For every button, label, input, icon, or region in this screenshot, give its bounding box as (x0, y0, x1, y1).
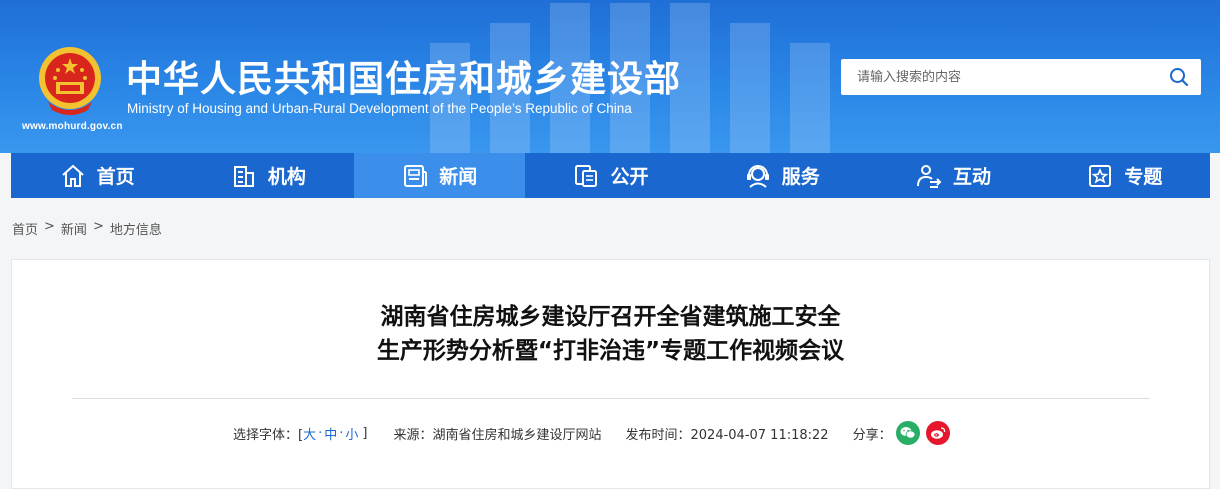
nav-item-label: 服务 (781, 166, 820, 188)
search-icon (1170, 68, 1189, 87)
weibo-icon (930, 427, 945, 439)
nav-item-label: 首页 (96, 166, 135, 188)
breadcrumb: 首页 > 新闻 > 地方信息 (12, 219, 162, 238)
article-source: 来源：湖南省住房和城乡建设厅网站 (393, 427, 602, 443)
wechat-share-button[interactable] (895, 421, 920, 445)
font-size-small-link[interactable]: 小 (345, 424, 358, 443)
font-size-separator: · (318, 425, 323, 441)
nav-item-organization[interactable]: 机构 (182, 153, 353, 198)
nav-item-interaction[interactable]: 互动 (867, 153, 1038, 198)
site-url: www.mohurd.gov.cn (22, 121, 123, 132)
main-nav: 首页 机构 新闻 公开 服务 互动 专题 (11, 153, 1210, 198)
search-input[interactable] (841, 59, 1157, 95)
nav-item-label: 公开 (610, 166, 649, 188)
search-box (841, 59, 1201, 95)
font-size-large-link[interactable]: 大 (303, 424, 316, 443)
share-label: 分享： (852, 427, 892, 443)
nav-item-home[interactable]: 首页 (11, 153, 182, 198)
article-title-line2: 生产形势分析暨“打非治违”专题工作视频会议 (376, 338, 845, 364)
document-icon (575, 164, 598, 187)
article-title: 湖南省住房城乡建设厅召开全省建筑施工安全 生产形势分析暨“打非治违”专题工作视频… (12, 300, 1209, 368)
font-size-label: 选择字体：[ (233, 427, 304, 443)
font-size-separator: · (339, 425, 344, 441)
nav-item-service[interactable]: 服务 (696, 153, 867, 198)
national-emblem-icon (39, 47, 101, 115)
breadcrumb-news[interactable]: 新闻 (61, 219, 87, 238)
nav-item-label: 机构 (267, 166, 306, 188)
nav-item-disclosure[interactable]: 公开 (525, 153, 696, 198)
service-icon (746, 164, 769, 188)
nav-item-label: 互动 (953, 166, 992, 188)
weibo-share-button[interactable] (925, 421, 950, 445)
site-title-cn: 中华人民共和国住房和城乡建设部 (126, 59, 682, 100)
nav-item-label: 专题 (1124, 166, 1163, 188)
nav-item-news[interactable]: 新闻 (353, 153, 525, 198)
site-title-en: Ministry of Housing and Urban-Rural Deve… (127, 101, 632, 116)
article-meta: 选择字体：[ 大 · 中 · 小 ] 来源：湖南省住房和城乡建设厅网站 发布时间… (233, 421, 950, 445)
article-title-line1: 湖南省住房城乡建设厅召开全省建筑施工安全 (380, 304, 841, 330)
article-publish-time: 发布时间：2024-04-07 11:18:22 (625, 427, 829, 443)
building-icon (233, 165, 254, 187)
font-size-close: ] (362, 425, 368, 441)
news-icon (404, 164, 428, 187)
interact-icon (917, 164, 942, 188)
breadcrumb-home[interactable]: 首页 (12, 219, 38, 238)
font-size-medium-link[interactable]: 中 (324, 424, 337, 443)
nav-item-topics[interactable]: 专题 (1039, 153, 1210, 198)
article-card: 湖南省住房城乡建设厅召开全省建筑施工安全 生产形势分析暨“打非治违”专题工作视频… (11, 259, 1210, 489)
breadcrumb-separator: > (92, 219, 104, 234)
home-icon (61, 164, 84, 187)
search-button[interactable] (1157, 59, 1201, 95)
breadcrumb-current[interactable]: 地方信息 (110, 219, 162, 238)
nav-item-label: 新闻 (439, 166, 478, 188)
topic-star-icon (1089, 164, 1112, 187)
divider (72, 398, 1150, 399)
site-header: www.mohurd.gov.cn 中华人民共和国住房和城乡建设部 Minist… (0, 0, 1220, 153)
breadcrumb-separator: > (44, 219, 55, 234)
wechat-icon (900, 427, 915, 439)
